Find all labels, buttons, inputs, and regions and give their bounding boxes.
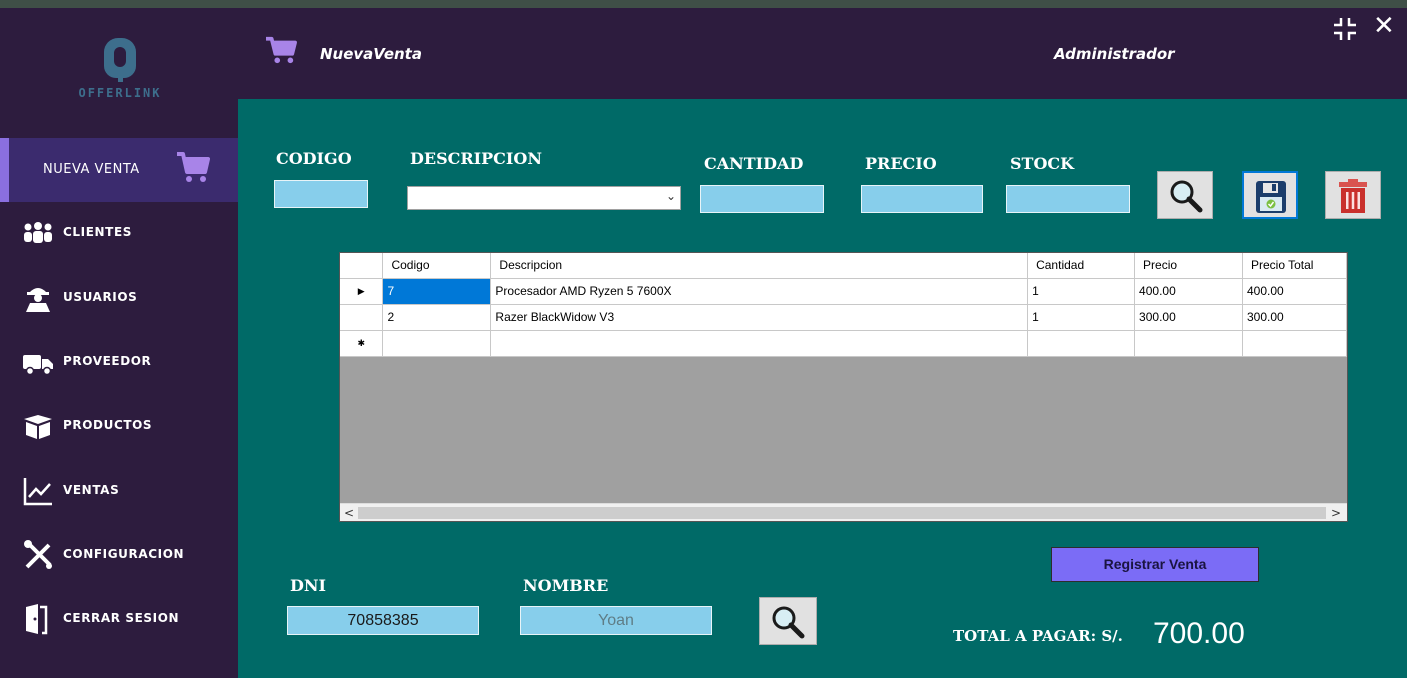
table-cell[interactable]: 7 [382, 278, 492, 305]
row-header-corner [340, 253, 384, 279]
sales-grid[interactable]: Codigo Descripcion Cantidad Precio Preci… [339, 252, 1348, 522]
column-header[interactable]: Cantidad [1027, 253, 1136, 279]
dni-label: DNI [290, 576, 326, 595]
horizontal-scrollbar[interactable]: < > [340, 503, 1347, 521]
users-icon [26, 288, 50, 312]
cart-icon [266, 36, 297, 64]
table-cell[interactable]: 400.00 [1134, 278, 1243, 305]
sidebar-item-clientes[interactable]: CLIENTES [0, 205, 238, 261]
table-cell[interactable]: 300.00 [1242, 304, 1347, 331]
new-row-indicator: ✱ [340, 330, 384, 357]
save-icon [1256, 181, 1286, 213]
nombre-input[interactable]: Yoan [520, 606, 712, 635]
table-cell[interactable]: Razer BlackWidow V3 [490, 304, 1029, 331]
truck-icon [23, 355, 53, 376]
active-indicator [0, 138, 9, 202]
column-header[interactable]: Precio Total [1242, 253, 1347, 279]
current-row-indicator: ▶ [340, 278, 384, 305]
sidebar-item-label: PROVEEDOR [63, 354, 152, 368]
column-header[interactable]: Codigo [382, 253, 492, 279]
clients-icon [24, 222, 52, 243]
column-header[interactable]: Precio [1134, 253, 1243, 279]
client-search-button[interactable] [759, 597, 817, 645]
header: NuevaVenta Administrador ✕ [238, 8, 1407, 99]
sidebar-item-label: CONFIGURACION [63, 547, 185, 561]
precio-input[interactable] [861, 185, 983, 213]
table-cell[interactable] [382, 330, 492, 357]
sidebar-item-configuracion[interactable]: CONFIGURACION [0, 527, 238, 583]
dni-input[interactable]: 70858385 [287, 606, 479, 635]
search-icon [772, 606, 805, 639]
user-name: Administrador [1054, 45, 1175, 63]
logo-text: OFFERLINK [78, 86, 162, 100]
sidebar-item-nueva-venta[interactable]: NUEVA VENTA [0, 138, 238, 202]
stock-input[interactable] [1006, 185, 1130, 213]
table-cell[interactable]: 2 [382, 304, 492, 331]
delete-button[interactable] [1325, 171, 1381, 219]
sidebar-item-usuarios[interactable]: USUARIOS [0, 270, 238, 326]
sidebar: OFFERLINK NUEVA VENTA CLIENTES USUARIOS [0, 8, 238, 678]
table-cell[interactable] [1242, 330, 1347, 357]
sidebar-item-label: USUARIOS [63, 290, 138, 304]
restore-window-icon[interactable] [1332, 16, 1358, 42]
cantidad-input[interactable] [700, 185, 824, 213]
column-header[interactable]: Descripcion [490, 253, 1029, 279]
chevron-down-icon[interactable]: ⌄ [666, 189, 676, 203]
new-row[interactable]: ✱ [340, 330, 1347, 357]
stock-label: STOCK [1010, 154, 1075, 173]
table-row[interactable]: ▶ 7 Procesador AMD Ryzen 5 7600X 1 400.0… [340, 278, 1347, 305]
logo-mark-icon [104, 38, 136, 82]
main-panel: CODIGO DESCRIPCION ⌄ CANTIDAD PRECIO STO… [238, 99, 1407, 678]
precio-label: PRECIO [865, 154, 937, 173]
cart-icon [177, 152, 210, 182]
logo: OFFERLINK [60, 38, 180, 100]
total-value: 700.00 [1153, 617, 1245, 650]
table-cell[interactable] [1134, 330, 1243, 357]
table-cell[interactable]: 400.00 [1242, 278, 1347, 305]
table-cell[interactable]: 1 [1027, 278, 1136, 305]
table-cell[interactable] [490, 330, 1029, 357]
descripcion-select[interactable]: ⌄ [407, 186, 681, 210]
table-cell[interactable] [1027, 330, 1136, 357]
register-sale-button[interactable]: Registrar Venta [1051, 547, 1259, 582]
scroll-left-icon[interactable]: < [344, 506, 354, 520]
descripcion-label: DESCRIPCION [410, 149, 542, 168]
search-button[interactable] [1157, 171, 1213, 219]
total-label: TOTAL A PAGAR: S/. [953, 627, 1123, 645]
table-row[interactable]: 2 Razer BlackWidow V3 1 300.00 300.00 [340, 304, 1347, 331]
row-header [340, 304, 384, 331]
window-top-strip [0, 0, 1407, 8]
sidebar-item-label: CERRAR SESION [63, 611, 180, 625]
codigo-label: CODIGO [276, 149, 352, 168]
sidebar-item-productos[interactable]: PRODUCTOS [0, 398, 238, 454]
sidebar-item-label: VENTAS [63, 483, 120, 497]
close-icon[interactable]: ✕ [1373, 13, 1395, 39]
sidebar-item-label: PRODUCTOS [63, 418, 153, 432]
sidebar-item-label: NUEVA VENTA [43, 162, 140, 177]
sales-table: Codigo Descripcion Cantidad Precio Preci… [340, 253, 1347, 357]
cantidad-label: CANTIDAD [704, 154, 804, 173]
chart-icon [23, 478, 52, 506]
scroll-right-icon[interactable]: > [1331, 506, 1341, 520]
save-button[interactable] [1242, 171, 1298, 219]
table-cell[interactable]: 1 [1027, 304, 1136, 331]
table-header-row: Codigo Descripcion Cantidad Precio Preci… [340, 253, 1347, 279]
page-title: NuevaVenta [320, 45, 422, 63]
codigo-input[interactable] [274, 180, 368, 208]
scrollbar-thumb[interactable] [358, 507, 1326, 519]
sidebar-item-proveedor[interactable]: PROVEEDOR [0, 334, 238, 390]
trash-icon [1339, 179, 1367, 213]
nombre-label: NOMBRE [523, 576, 609, 595]
table-cell[interactable]: 300.00 [1134, 304, 1243, 331]
sidebar-item-label: CLIENTES [63, 225, 132, 239]
search-icon [1170, 180, 1203, 213]
table-cell[interactable]: Procesador AMD Ryzen 5 7600X [490, 278, 1029, 305]
sidebar-item-ventas[interactable]: VENTAS [0, 463, 238, 519]
box-icon [24, 415, 52, 439]
tools-icon [24, 540, 52, 569]
door-icon [26, 604, 48, 635]
sidebar-item-cerrar-sesion[interactable]: CERRAR SESION [0, 591, 238, 647]
